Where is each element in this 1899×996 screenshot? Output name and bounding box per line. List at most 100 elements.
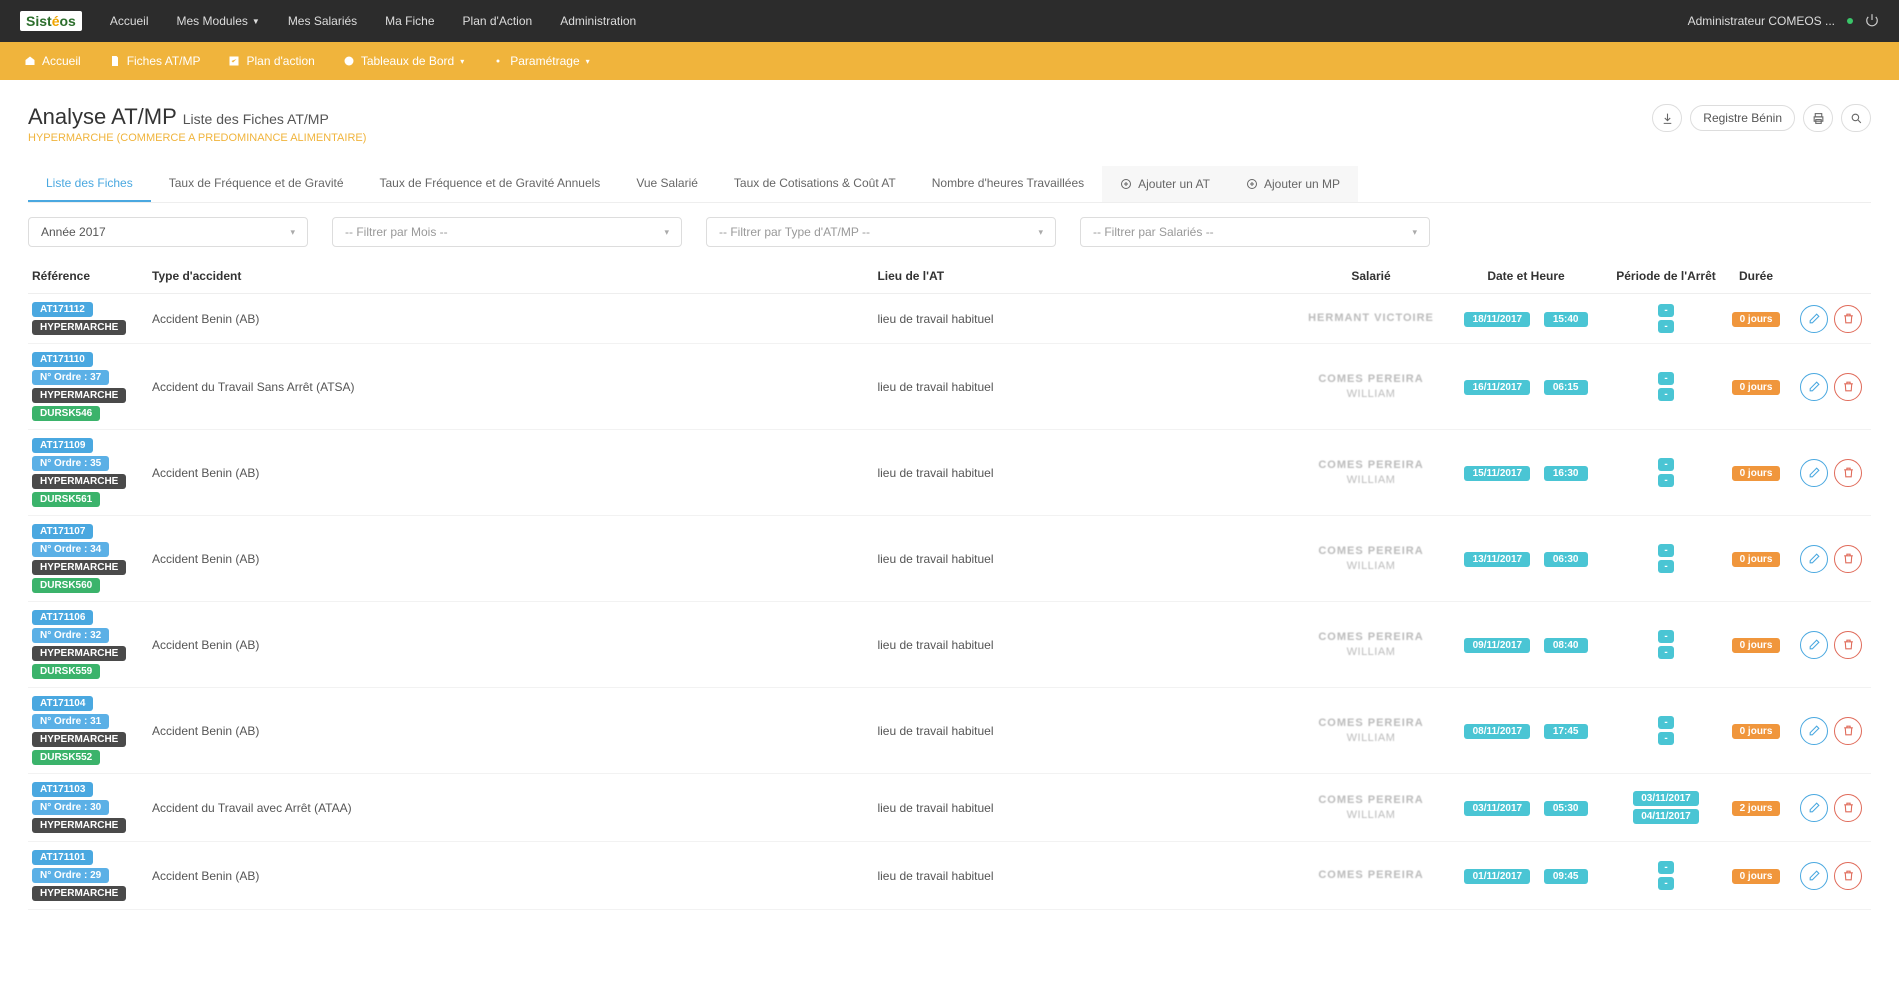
tab-cotisations[interactable]: Taux de Cotisations & Coût AT (716, 166, 914, 202)
time-badge: 08:40 (1544, 638, 1588, 653)
page-header: Analyse AT/MPListe des Fiches AT/MP HYPE… (28, 104, 1871, 144)
col-actions (1791, 259, 1871, 294)
lieu-cell: lieu de travail habituel (873, 344, 1301, 430)
edit-button[interactable] (1800, 459, 1828, 487)
edit-icon (1808, 638, 1821, 651)
ordre-badge: N° Ordre : 35 (32, 456, 109, 471)
search-button[interactable] (1841, 104, 1871, 132)
edit-button[interactable] (1800, 305, 1828, 333)
search-icon (1850, 112, 1863, 125)
lieu-cell: lieu de travail habituel (873, 294, 1301, 344)
filter-salarie[interactable]: -- Filtrer par Salariés -- ▾ (1080, 217, 1430, 247)
chevron-down-icon: ▾ (460, 57, 464, 66)
nav-plan[interactable]: Plan d'Action (463, 14, 533, 28)
period-start: - (1658, 630, 1673, 643)
code-badge: DURSK546 (32, 406, 100, 421)
tab-taux-fg[interactable]: Taux de Fréquence et de Gravité (151, 166, 362, 202)
nav-modules[interactable]: Mes Modules▼ (177, 14, 260, 28)
mod-fiches-label: Fiches AT/MP (127, 54, 201, 68)
type-cell: Accident Benin (AB) (148, 602, 873, 688)
period-start: - (1658, 544, 1673, 557)
gear-icon (492, 55, 504, 67)
tab-add-mp[interactable]: Ajouter un MP (1228, 166, 1358, 202)
table-row: AT171112HYPERMARCHE Accident Benin (AB) … (28, 294, 1871, 344)
page-tag: HYPERMARCHE (COMMERCE A PREDOMINANCE ALI… (28, 132, 366, 144)
page-title: Analyse AT/MP (28, 104, 177, 129)
nav-admin[interactable]: Administration (560, 14, 636, 28)
download-button[interactable] (1652, 104, 1682, 132)
ordre-badge: N° Ordre : 29 (32, 868, 109, 883)
tab-liste[interactable]: Liste des Fiches (28, 166, 151, 202)
print-button[interactable] (1803, 104, 1833, 132)
edit-icon (1808, 312, 1821, 325)
mod-fiches[interactable]: Fiches AT/MP (109, 54, 201, 68)
edit-button[interactable] (1800, 373, 1828, 401)
edit-button[interactable] (1800, 631, 1828, 659)
edit-button[interactable] (1800, 545, 1828, 573)
trash-icon (1842, 466, 1855, 479)
delete-button[interactable] (1834, 631, 1862, 659)
chart-icon (343, 55, 355, 67)
edit-button[interactable] (1800, 862, 1828, 890)
mod-tableaux[interactable]: Tableaux de Bord▾ (343, 54, 464, 68)
tab-add-at[interactable]: Ajouter un AT (1102, 166, 1228, 202)
power-icon[interactable] (1865, 13, 1879, 30)
edit-icon (1808, 466, 1821, 479)
chevron-down-icon: ▼ (252, 17, 260, 26)
user-label[interactable]: Administrateur COMEOS ... (1688, 14, 1835, 28)
ordre-badge: N° Ordre : 37 (32, 370, 109, 385)
filter-year[interactable]: Année 2017▾ (28, 217, 308, 247)
nav-accueil[interactable]: Accueil (110, 14, 149, 28)
edit-button[interactable] (1800, 794, 1828, 822)
mod-accueil[interactable]: Accueil (24, 54, 81, 68)
time-badge: 17:45 (1544, 724, 1588, 739)
col-type: Type d'accident (148, 259, 873, 294)
tab-taux-fga[interactable]: Taux de Fréquence et de Gravité Annuels (362, 166, 619, 202)
delete-button[interactable] (1834, 862, 1862, 890)
tab-add-at-label: Ajouter un AT (1138, 177, 1210, 191)
ref-badge: AT171107 (32, 524, 93, 539)
period-end: - (1658, 877, 1673, 890)
filter-month[interactable]: -- Filtrer par Mois --▾ (332, 217, 682, 247)
tab-heures[interactable]: Nombre d'heures Travaillées (914, 166, 1102, 202)
delete-button[interactable] (1834, 794, 1862, 822)
chevron-down-icon: ▾ (586, 57, 590, 66)
tab-vue-salarie[interactable]: Vue Salarié (618, 166, 716, 202)
site-badge: HYPERMARCHE (32, 818, 126, 833)
filter-month-value: -- Filtrer par Mois -- (345, 225, 448, 239)
edit-button[interactable] (1800, 717, 1828, 745)
registre-button[interactable]: Registre Bénin (1690, 105, 1795, 131)
chevron-down-icon: ▾ (1412, 227, 1417, 238)
period-start: - (1658, 716, 1673, 729)
table-row: AT171104N° Ordre : 31HYPERMARCHEDURSK552… (28, 688, 1871, 774)
period-start: - (1658, 372, 1673, 385)
period-start: - (1658, 458, 1673, 471)
nav-salaries[interactable]: Mes Salariés (288, 14, 357, 28)
delete-button[interactable] (1834, 373, 1862, 401)
print-icon (1812, 112, 1825, 125)
module-nav: Accueil Fiches AT/MP Plan d'action Table… (0, 42, 1899, 80)
plus-circle-icon (1246, 178, 1258, 190)
file-icon (109, 55, 121, 67)
period-start: 03/11/2017 (1633, 791, 1699, 806)
ref-badge: AT171112 (32, 302, 93, 317)
delete-button[interactable] (1834, 545, 1862, 573)
edit-icon (1808, 724, 1821, 737)
table-row: AT171101N° Ordre : 29HYPERMARCHE Acciden… (28, 842, 1871, 910)
col-reference: Référence (28, 259, 148, 294)
date-badge: 13/11/2017 (1464, 552, 1530, 567)
ordre-badge: N° Ordre : 32 (32, 628, 109, 643)
filter-type[interactable]: -- Filtrer par Type d'AT/MP --▾ (706, 217, 1056, 247)
mod-param[interactable]: Paramétrage▾ (492, 54, 589, 68)
delete-button[interactable] (1834, 305, 1862, 333)
delete-button[interactable] (1834, 717, 1862, 745)
chevron-down-icon: ▾ (290, 227, 295, 238)
edit-icon (1808, 380, 1821, 393)
filter-salarie-value: -- Filtrer par Salariés -- (1093, 225, 1214, 239)
code-badge: DURSK560 (32, 578, 100, 593)
code-badge: DURSK552 (32, 750, 100, 765)
mod-plan[interactable]: Plan d'action (228, 54, 314, 68)
delete-button[interactable] (1834, 459, 1862, 487)
nav-fiche[interactable]: Ma Fiche (385, 14, 434, 28)
logo[interactable]: Sistéos (20, 11, 82, 31)
